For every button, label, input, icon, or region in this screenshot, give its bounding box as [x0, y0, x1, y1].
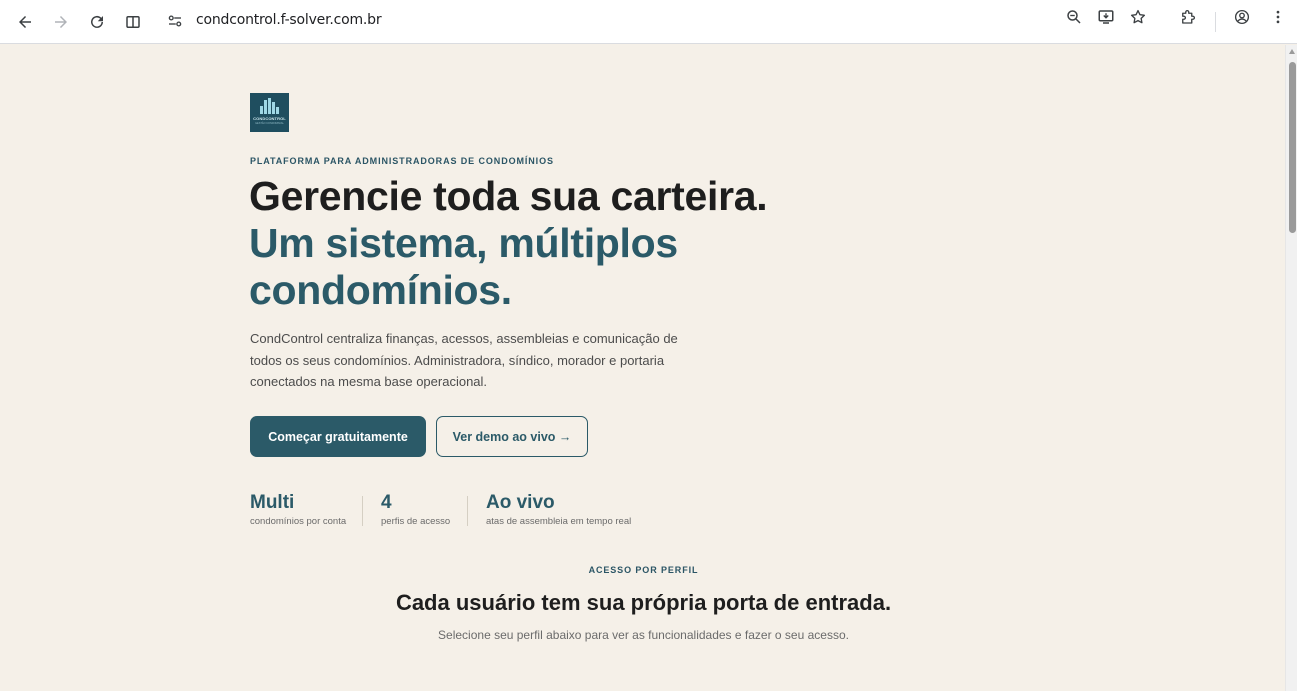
stat-profiles: 4 perfis de acesso	[381, 492, 450, 527]
stat-divider	[362, 496, 363, 526]
logo-subtext: GESTÃO CONDOMINIAL	[255, 122, 284, 125]
stat-label: perfis de acesso	[381, 516, 451, 527]
forward-arrow-icon	[55, 16, 67, 28]
reload-icon	[91, 15, 103, 28]
profiles-title: Cada usuário tem sua própria porta de en…	[395, 590, 892, 615]
profile-button[interactable]	[1232, 7, 1252, 27]
stat-value: 4	[381, 492, 392, 513]
page-viewport: CONDCONTROL GESTÃO CONDOMINIAL PLATAFORM…	[2, 45, 1285, 691]
stat-label: atas de assembleia em tempo real	[486, 516, 632, 527]
page-scrollbar[interactable]	[1285, 45, 1297, 691]
account-circle-icon	[1234, 9, 1250, 25]
headline-accent-line-1: Um sistema, múltiplos	[249, 220, 678, 266]
hero-headline: Gerencie toda sua carteira. Um sistema, …	[249, 173, 768, 314]
bookmark-button[interactable]	[1128, 7, 1148, 27]
scroll-up-arrow-icon[interactable]	[1289, 49, 1295, 54]
headline-accent-line-2: condomínios.	[249, 267, 512, 313]
profiles-subtitle: Selecione seu perfil abaixo para ver as …	[438, 628, 849, 642]
zoom-button[interactable]	[1064, 7, 1084, 27]
hero-eyebrow: PLATAFORMA PARA ADMINISTRADORAS DE CONDO…	[250, 156, 554, 166]
logo-text: CONDCONTROL	[253, 116, 286, 121]
profiles-eyebrow: ACESSO POR PERFIL	[588, 565, 699, 575]
headline-line-1: Gerencie toda sua carteira.	[249, 173, 768, 219]
reload-button[interactable]	[83, 8, 111, 36]
install-app-button[interactable]	[1096, 7, 1116, 27]
scroll-thumb[interactable]	[1289, 62, 1296, 233]
forward-button[interactable]	[47, 8, 75, 36]
stat-value: Multi	[250, 492, 295, 513]
site-settings-icon[interactable]	[166, 12, 184, 30]
back-button[interactable]	[11, 8, 39, 36]
menu-button[interactable]	[1268, 7, 1288, 27]
toolbar-divider	[1215, 12, 1216, 32]
back-arrow-icon	[19, 16, 31, 28]
install-app-icon	[1098, 10, 1114, 24]
brand-logo[interactable]: CONDCONTROL GESTÃO CONDOMINIAL	[250, 93, 289, 132]
puzzle-icon	[1182, 10, 1195, 24]
stat-divider	[467, 496, 468, 526]
address-bar[interactable]: condcontrol.f-solver.com.br	[158, 4, 1162, 38]
live-demo-button[interactable]: Ver demo ao vivo →	[436, 416, 588, 457]
url-text[interactable]: condcontrol.f-solver.com.br	[196, 12, 382, 28]
stat-live: Ao vivo atas de assembleia em tempo real	[486, 492, 631, 527]
browser-toolbar: condcontrol.f-solver.com.br	[0, 0, 1297, 44]
hero-description: CondControl centraliza finanças, acessos…	[250, 331, 678, 389]
extensions-button[interactable]	[1178, 7, 1198, 27]
stat-label: condomínios por conta	[250, 516, 347, 527]
split-view-button[interactable]	[119, 8, 147, 36]
split-view-icon	[126, 16, 140, 28]
stat-value: Ao vivo	[486, 492, 555, 513]
start-free-button[interactable]: Começar gratuitamente	[250, 416, 426, 457]
zoom-icon	[1067, 10, 1081, 24]
stat-multi: Multi condomínios por conta	[250, 492, 346, 527]
star-icon	[1130, 9, 1146, 24]
building-icon	[260, 98, 279, 114]
more-vertical-icon	[1276, 10, 1280, 24]
